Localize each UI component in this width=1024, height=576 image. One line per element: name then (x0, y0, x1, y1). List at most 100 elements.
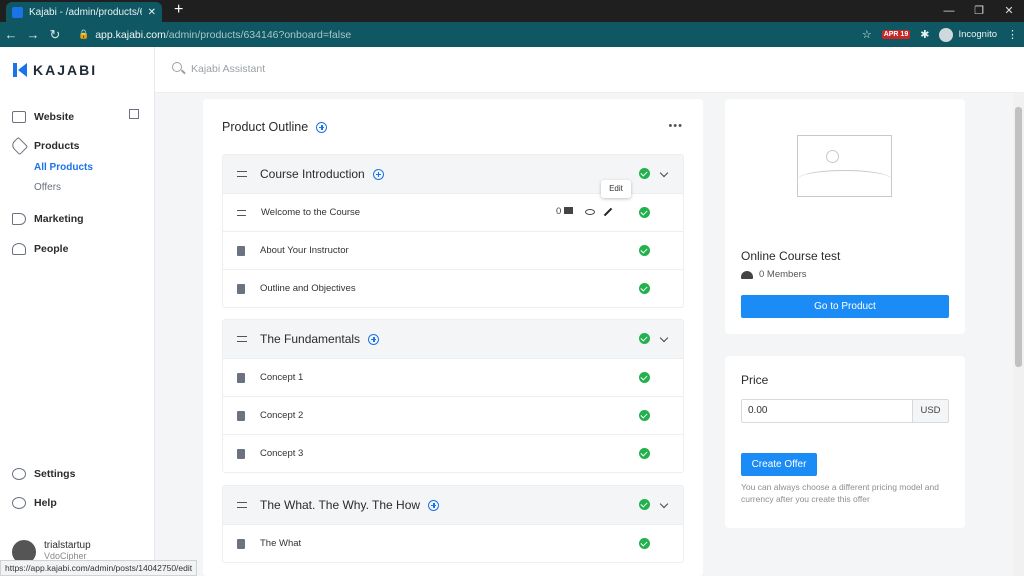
person-icon (12, 243, 26, 255)
chevron-down-icon[interactable] (659, 333, 669, 343)
category-title[interactable]: The What. The Why. The How (260, 498, 420, 512)
go-to-product-button[interactable]: Go to Product (741, 295, 949, 318)
reload-icon[interactable]: ↻ (44, 27, 66, 43)
kajabi-logo-icon (13, 63, 27, 77)
category-block: Course Introduction Welcome to the Cours… (222, 154, 684, 308)
drag-handle-icon[interactable] (237, 209, 246, 216)
list-item[interactable]: Concept 2 (223, 396, 683, 434)
add-post-icon[interactable] (428, 499, 440, 511)
comment-count-value: 0 (556, 206, 562, 217)
post-title[interactable]: Concept 2 (260, 410, 303, 421)
sidebar-item-label: Website (34, 111, 75, 123)
monitor-icon (12, 111, 26, 123)
add-category-icon[interactable] (316, 121, 328, 133)
list-item[interactable]: Welcome to the Course 0 (223, 193, 683, 231)
bookmark-star-icon[interactable]: ☆ (862, 28, 872, 41)
scrollbar-thumb[interactable] (1015, 107, 1022, 367)
preview-eye-icon[interactable] (585, 208, 596, 215)
close-tab-icon[interactable]: ✕ (148, 7, 156, 18)
extensions-puzzle-icon[interactable]: ✱ (920, 28, 929, 41)
megaphone-icon (12, 213, 26, 225)
sidebar-item-people[interactable]: People (12, 243, 68, 255)
comment-count[interactable]: 0 (556, 206, 574, 217)
currency-label: USD (912, 400, 948, 422)
list-item[interactable]: Concept 3 (223, 434, 683, 472)
sidebar-item-help[interactable]: Help (12, 497, 57, 509)
drag-handle-icon[interactable] (237, 171, 247, 177)
post-title[interactable]: The What (260, 538, 301, 549)
category-title[interactable]: Course Introduction (260, 167, 365, 181)
minimize-icon[interactable]: — (934, 0, 964, 22)
drag-handle-icon[interactable] (237, 502, 247, 508)
edit-tooltip: Edit (601, 180, 631, 198)
extension-badge[interactable]: APR 19 (881, 30, 911, 39)
post-title[interactable]: Welcome to the Course (261, 207, 360, 218)
edit-pencil-icon[interactable] (604, 207, 613, 216)
incognito-label: Incognito (958, 29, 997, 40)
post-title[interactable]: Concept 1 (260, 372, 303, 383)
sidebar-subitem-all-products[interactable]: All Products (34, 162, 93, 173)
chevron-down-icon[interactable] (659, 168, 669, 178)
restore-icon[interactable]: ❐ (964, 0, 994, 22)
document-icon (237, 410, 245, 421)
published-check-icon (639, 499, 650, 510)
kajabi-logo[interactable]: KAJABI (13, 62, 97, 78)
product-card: Online Course test 0 Members Go to Produ… (725, 99, 965, 334)
comment-icon (564, 207, 574, 214)
incognito-indicator[interactable]: Incognito (939, 27, 997, 42)
back-icon[interactable]: ← (0, 27, 22, 42)
assistant-search[interactable]: Kajabi Assistant (155, 47, 1024, 93)
sidebar-item-label: Marketing (34, 213, 84, 225)
member-count: 0 Members (741, 269, 807, 280)
people-icon (741, 270, 753, 279)
browser-menu-icon[interactable]: ⋮ (1007, 28, 1018, 41)
logo-text: KAJABI (33, 62, 98, 78)
window-controls: — ❐ ✕ (934, 0, 1024, 22)
published-check-icon (639, 168, 650, 179)
close-window-icon[interactable]: ✕ (994, 0, 1024, 22)
add-post-icon[interactable] (372, 168, 384, 180)
published-check-icon (639, 333, 650, 344)
post-title[interactable]: About Your Instructor (260, 245, 349, 256)
published-check-icon (639, 538, 650, 549)
url-field[interactable]: 🔒 app.kajabi.com /admin/products/634146?… (78, 25, 888, 44)
sidebar-item-settings[interactable]: Settings (12, 468, 75, 480)
sidebar-item-marketing[interactable]: Marketing (12, 213, 84, 225)
category-header[interactable]: The Fundamentals (223, 320, 683, 358)
add-post-icon[interactable] (368, 333, 380, 345)
drag-handle-icon[interactable] (237, 336, 247, 342)
published-check-icon (639, 245, 650, 256)
more-options-icon[interactable]: ••• (668, 120, 683, 132)
member-count-text: 0 Members (759, 269, 807, 280)
help-icon (12, 497, 26, 509)
user-name: trialstartup (44, 540, 91, 551)
create-offer-button[interactable]: Create Offer (741, 453, 817, 476)
page-scrollbar[interactable] (1013, 93, 1024, 576)
price-field[interactable]: 0.00 USD (741, 399, 949, 423)
image-placeholder-icon (797, 135, 892, 197)
sidebar-item-products[interactable]: Products (9, 136, 80, 156)
post-title[interactable]: Outline and Objectives (260, 283, 356, 294)
published-check-icon (639, 448, 650, 459)
external-link-icon[interactable] (129, 109, 139, 119)
price-input[interactable]: 0.00 (742, 400, 912, 422)
category-header[interactable]: The What. The Why. The How (223, 486, 683, 524)
list-item[interactable]: Outline and Objectives (223, 269, 683, 307)
post-actions: 0 (556, 206, 613, 217)
product-outline-card: Product Outline ••• Course Introduction … (203, 99, 703, 576)
browser-tab[interactable]: Kajabi - /admin/products/634146 ✕ (6, 2, 162, 22)
forward-icon[interactable]: → (22, 27, 44, 42)
chevron-down-icon[interactable] (659, 499, 669, 509)
sidebar-item-label: Products (34, 140, 80, 152)
list-item[interactable]: About Your Instructor (223, 231, 683, 269)
sidebar-item-website[interactable]: Website (12, 111, 74, 123)
document-icon (237, 283, 245, 294)
post-title[interactable]: Concept 3 (260, 448, 303, 459)
list-item[interactable]: Concept 1 (223, 358, 683, 396)
category-block: The What. The Why. The How The What (222, 485, 684, 563)
outline-header: Product Outline (222, 120, 328, 134)
list-item[interactable]: The What (223, 524, 683, 562)
sidebar-subitem-offers[interactable]: Offers (34, 182, 61, 193)
category-title[interactable]: The Fundamentals (260, 332, 360, 346)
new-tab-button[interactable]: + (174, 1, 183, 19)
